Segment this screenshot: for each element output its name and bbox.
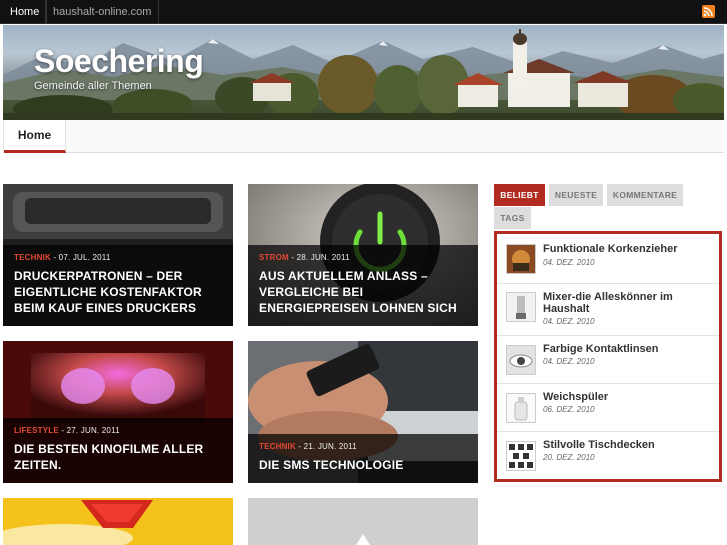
post-overlay: TECHNIK - 21. JUN. 2011 DIE SMS TECHNOLO… (248, 434, 478, 483)
widget-item-title[interactable]: Funktionale Korkenzieher (543, 243, 713, 255)
post-title[interactable]: AUS AKTUELLEM ANLASS – VERGLEICHE BEI EN… (259, 268, 467, 316)
post-overlay: LIFESTYLE - 27. JUN. 2011 DIE BESTEN KIN… (3, 418, 233, 483)
widget-item-title[interactable]: Farbige Kontaktlinsen (543, 343, 713, 355)
nav-item-home[interactable]: Home (4, 120, 66, 153)
widget-item-title[interactable]: Weichspüler (543, 391, 713, 403)
post-overlay: TECHNIK - 07. JUL. 2011 DRUCKERPATRONEN … (3, 245, 233, 326)
post-image-partial (3, 498, 233, 545)
post-title[interactable]: DIE BESTEN KINOFILME ALLER ZEITEN. (14, 441, 222, 473)
top-link-haushalt-online[interactable]: haushalt-online.com (45, 0, 160, 24)
post-meta: TECHNIK - 21. JUN. 2011 (259, 442, 467, 451)
widget-item-title[interactable]: Mixer-die Alleskönner im Haushalt (543, 291, 713, 315)
widget-item-title[interactable]: Stilvolle Tischdecken (543, 439, 713, 451)
post-category[interactable]: LIFESTYLE (14, 426, 59, 435)
list-item[interactable]: Weichspüler 06. DEZ. 2010 (497, 384, 719, 432)
mixer-thumbnail[interactable] (506, 292, 536, 322)
post-category[interactable]: TECHNIK (259, 442, 296, 451)
post-title[interactable]: DIE SMS TECHNOLOGIE (259, 457, 467, 473)
post-card[interactable] (3, 498, 233, 545)
post-image-placeholder (248, 498, 478, 545)
tab-tags[interactable]: TAGS (494, 207, 531, 229)
widget-item-date: 04. DEZ. 2010 (543, 258, 595, 267)
post-meta: STROM - 28. JUN. 2011 (259, 253, 467, 262)
post-category[interactable]: STROM (259, 253, 289, 262)
post-meta: TECHNIK - 07. JUL. 2011 (14, 253, 222, 262)
popular-posts-widget: Funktionale Korkenzieher 04. DEZ. 2010 M… (494, 231, 722, 482)
post-card[interactable]: STROM - 28. JUN. 2011 AUS AKTUELLEM ANLA… (248, 184, 478, 326)
widget-item-date: 06. DEZ. 2010 (543, 405, 595, 414)
main-nav: Home (3, 120, 724, 153)
post-overlay: STROM - 28. JUN. 2011 AUS AKTUELLEM ANLA… (248, 245, 478, 326)
contact-lens-thumbnail[interactable] (506, 345, 536, 375)
widget-item-date: 04. DEZ. 2010 (543, 357, 595, 366)
widget-item-date: 20. DEZ. 2010 (543, 453, 595, 462)
rss-icon[interactable] (702, 5, 715, 18)
post-date: - 21. JUN. 2011 (295, 442, 357, 451)
site-tagline: Gemeinde aller Themen (34, 80, 152, 92)
site-header: Soechering Gemeinde aller Themen (3, 25, 724, 120)
widget-item-date: 04. DEZ. 2010 (543, 317, 595, 326)
list-item[interactable]: Mixer-die Alleskönner im Haushalt 04. DE… (497, 284, 719, 336)
list-item[interactable]: Stilvolle Tischdecken 20. DEZ. 2010 (497, 432, 719, 480)
post-card[interactable]: TECHNIK - 07. JUL. 2011 DRUCKERPATRONEN … (3, 184, 233, 326)
top-bar: Home haushalt-online.com (0, 0, 727, 24)
list-item[interactable]: Funktionale Korkenzieher 04. DEZ. 2010 (497, 234, 719, 284)
post-title[interactable]: DRUCKERPATRONEN – DER EIGENTLICHE KOSTEN… (14, 268, 222, 316)
post-card[interactable]: LIFESTYLE - 27. JUN. 2011 DIE BESTEN KIN… (3, 341, 233, 483)
tablecloth-thumbnail[interactable] (506, 441, 536, 471)
list-item[interactable]: Farbige Kontaktlinsen 04. DEZ. 2010 (497, 336, 719, 384)
post-date: - 07. JUL. 2011 (50, 253, 111, 262)
top-link-home[interactable]: Home (3, 0, 48, 24)
post-category[interactable]: TECHNIK (14, 253, 51, 262)
corkscrew-thumbnail[interactable] (506, 244, 536, 274)
post-card[interactable]: TECHNIK - 21. JUN. 2011 DIE SMS TECHNOLO… (248, 341, 478, 483)
tab-neueste[interactable]: NEUESTE (549, 184, 603, 206)
site-title[interactable]: Soechering (34, 43, 204, 80)
post-meta: LIFESTYLE - 27. JUN. 2011 (14, 426, 222, 435)
post-card[interactable] (248, 498, 478, 545)
tab-kommentare[interactable]: KOMMENTARE (607, 184, 683, 206)
fabric-softener-thumbnail[interactable] (506, 393, 536, 423)
tab-beliebt[interactable]: BELIEBT (494, 184, 545, 206)
post-date: - 27. JUN. 2011 (58, 426, 120, 435)
post-date: - 28. JUN. 2011 (288, 253, 350, 262)
